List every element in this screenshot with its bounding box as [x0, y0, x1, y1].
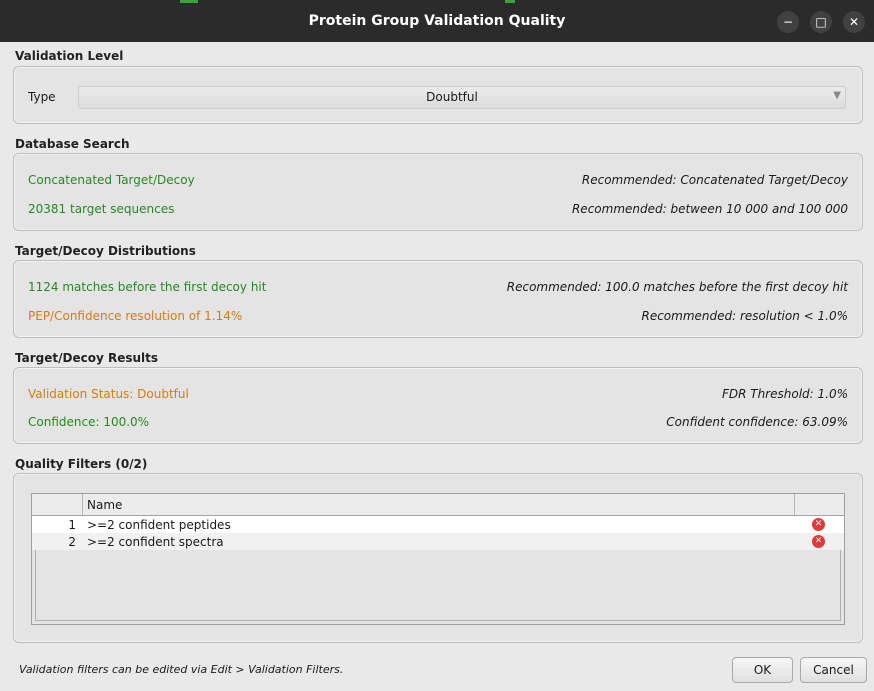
db-type-recommendation: Recommended: Concatenated Target/Decoy [581, 173, 848, 187]
row-index: 1 [68, 518, 76, 532]
db-size-recommendation: Recommended: between 10 000 and 100 000 [571, 202, 848, 216]
footer-note: Validation filters can be edited via Edi… [19, 663, 344, 676]
quality-filters-title: Quality Filters (0/2) [15, 457, 148, 471]
db-type-status: Concatenated Target/Decoy [28, 173, 195, 187]
cancel-button[interactable]: Cancel [800, 657, 867, 683]
results-panel: Validation Status: Doubtful FDR Threshol… [13, 367, 863, 444]
table-row[interactable]: 1 >=2 confident peptides ✕ [32, 516, 844, 533]
database-search-panel: Concatenated Target/Decoy Recommended: C… [13, 153, 863, 231]
results-title: Target/Decoy Results [15, 351, 159, 365]
distributions-panel: 1124 matches before the first decoy hit … [13, 260, 863, 338]
type-select[interactable]: Doubtful ▼ [78, 86, 846, 109]
db-size-status: 20381 target sequences [28, 202, 175, 216]
validation-status: Validation Status: Doubtful [28, 387, 189, 401]
database-search-title: Database Search [15, 137, 130, 151]
type-label: Type [28, 90, 56, 104]
validation-level-title: Validation Level [15, 49, 124, 63]
row-index: 2 [68, 535, 76, 549]
quality-filters-panel: Name 1 >=2 confident peptides ✕ 2 >=2 co… [13, 473, 863, 643]
quality-filters-table[interactable]: Name 1 >=2 confident peptides ✕ 2 >=2 co… [31, 493, 845, 625]
remove-icon[interactable]: ✕ [812, 518, 825, 531]
confidence-status: Confidence: 100.0% [28, 415, 150, 429]
confident-confidence: Confident confidence: 63.09% [666, 415, 848, 429]
table-empty-area [35, 550, 841, 621]
window-title: Protein Group Validation Quality [308, 13, 566, 29]
resolution-recommendation: Recommended: resolution < 1.0% [641, 309, 848, 323]
chevron-down-icon: ▼ [833, 90, 841, 101]
remove-icon[interactable]: ✕ [812, 535, 825, 548]
maximize-button[interactable]: □ [810, 11, 832, 33]
action-column-header[interactable] [794, 494, 845, 515]
ok-button[interactable]: OK [732, 657, 793, 683]
close-button[interactable]: ✕ [843, 11, 865, 33]
index-column-header[interactable] [32, 494, 83, 515]
name-column-header[interactable]: Name [87, 498, 122, 512]
distributions-title: Target/Decoy Distributions [15, 244, 196, 258]
type-select-value: Doubtful [426, 90, 478, 104]
filter-name: >=2 confident peptides [87, 518, 231, 532]
decoration-mark [180, 0, 198, 3]
matches-status: 1124 matches before the first decoy hit [28, 280, 267, 294]
filter-name: >=2 confident spectra [87, 535, 224, 549]
minimize-button[interactable]: − [777, 11, 799, 33]
table-header: Name [32, 494, 844, 516]
decoration-mark [505, 0, 515, 3]
title-bar: Protein Group Validation Quality − □ ✕ [0, 0, 874, 42]
resolution-status: PEP/Confidence resolution of 1.14% [28, 309, 243, 323]
fdr-threshold: FDR Threshold: 1.0% [721, 387, 848, 401]
validation-level-panel: Type Doubtful ▼ [13, 66, 863, 124]
matches-recommendation: Recommended: 100.0 matches before the fi… [506, 280, 848, 294]
table-row[interactable]: 2 >=2 confident spectra ✕ [32, 533, 844, 550]
